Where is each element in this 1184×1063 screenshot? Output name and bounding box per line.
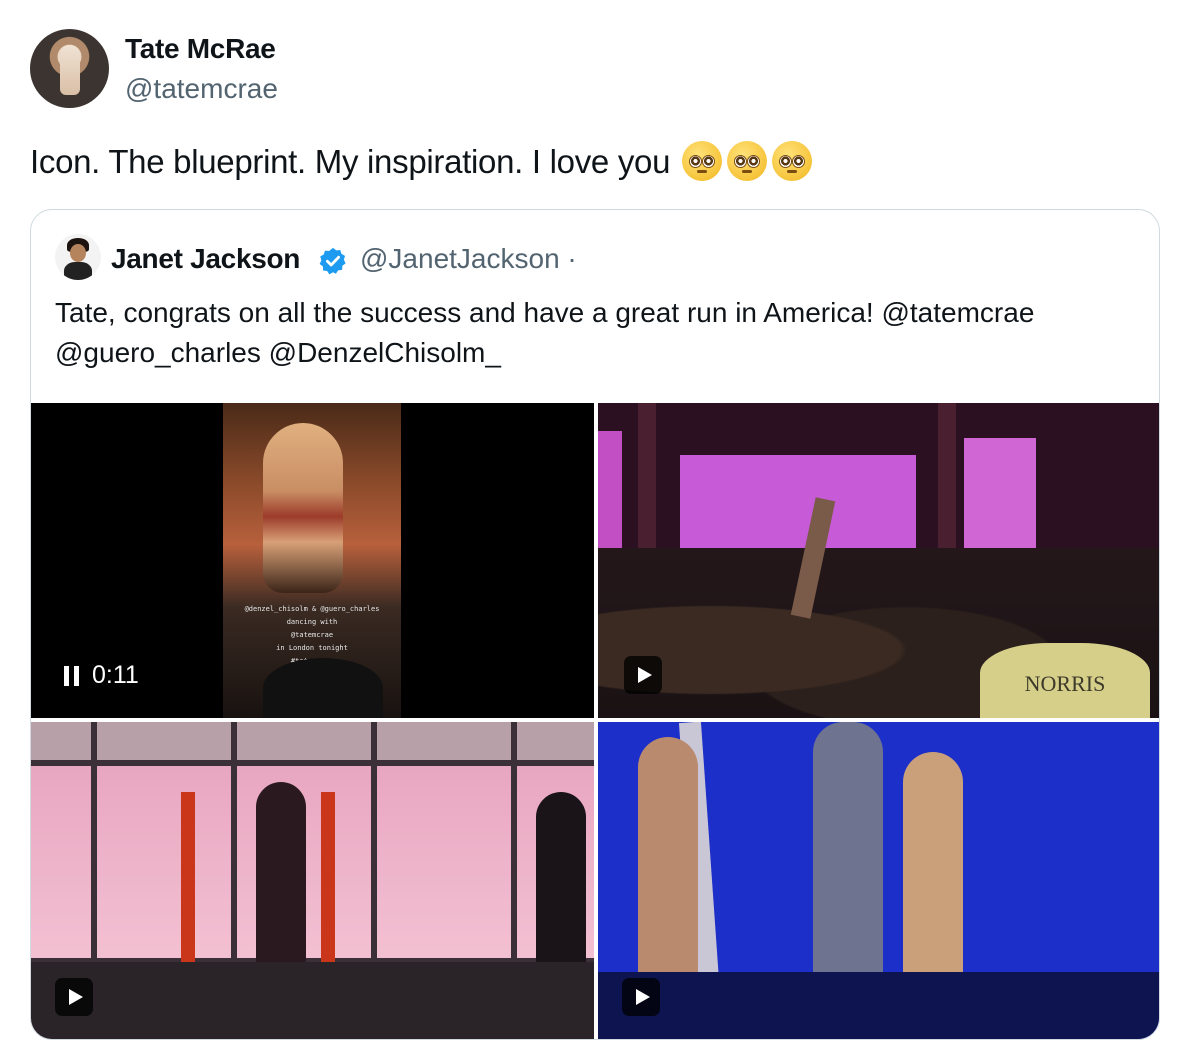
play-icon[interactable] [622, 978, 660, 1016]
verified-badge-icon [319, 247, 346, 275]
quoted-tweet-text: Tate, congrats on all the success and ha… [55, 297, 1035, 368]
caption-line: @denzel_chisolm & @guero_charles [244, 605, 380, 613]
caption-line: in London tonight [276, 644, 348, 652]
video-controls[interactable]: 0:11 [64, 661, 139, 690]
play-icon[interactable] [55, 978, 93, 1016]
video-thumbnail-3[interactable] [31, 722, 594, 1039]
video-thumbnail-4[interactable] [598, 722, 1159, 1039]
author-handle[interactable]: @tatemcrae [125, 73, 278, 105]
video-thumbnail-1[interactable]: @denzel_chisolm & @guero_charles dancing… [31, 403, 594, 718]
quoted-author-handle[interactable]: @JanetJackson · [360, 243, 577, 275]
pleading-face-icon [682, 141, 723, 181]
video-timer: 0:11 [92, 661, 139, 689]
quoted-avatar[interactable] [55, 234, 101, 280]
pleading-face-icon [772, 141, 813, 181]
pause-icon[interactable] [64, 665, 80, 686]
author-avatar[interactable] [30, 29, 109, 108]
caption-line: @tatemcrae [290, 631, 334, 639]
video-thumbnail-2[interactable]: NORRIS [598, 403, 1159, 718]
quoted-tweet[interactable]: Janet Jackson @JanetJackson · Tate, cong… [30, 209, 1160, 1040]
pleading-face-icon [727, 141, 768, 181]
story-frame: @denzel_chisolm & @guero_charles dancing… [223, 403, 401, 718]
shirt-text: NORRIS [1024, 671, 1106, 696]
play-icon[interactable] [624, 656, 662, 694]
caption-line: dancing with [286, 618, 338, 626]
tweet-text: Icon. The blueprint. My inspiration. I l… [30, 141, 813, 181]
quoted-author-name[interactable]: Janet Jackson [111, 243, 300, 275]
author-name[interactable]: Tate McRae [125, 33, 276, 65]
tweet-body: Icon. The blueprint. My inspiration. I l… [30, 143, 671, 180]
media-grid: @denzel_chisolm & @guero_charles dancing… [31, 403, 1159, 1039]
